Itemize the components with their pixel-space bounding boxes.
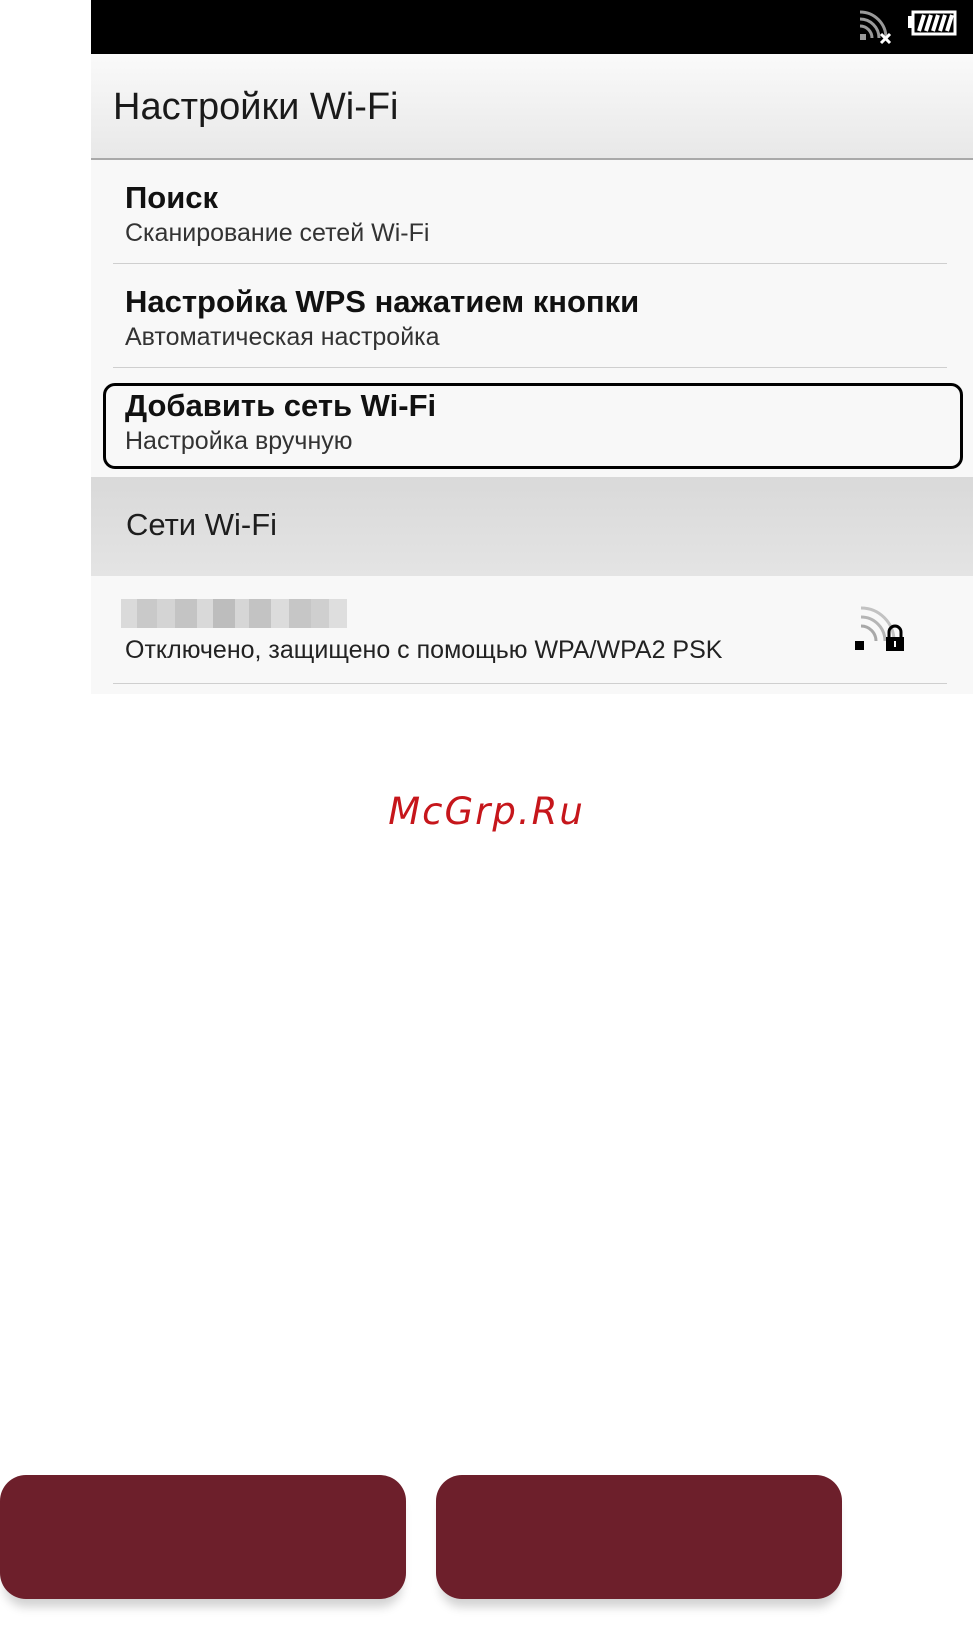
menu-item-subtitle: Сканирование сетей Wi-Fi (125, 219, 430, 247)
menu-item-subtitle: Автоматическая настройка (125, 323, 440, 351)
divider (113, 683, 947, 684)
menu-item-wps[interactable]: Настройка WPS нажатием кнопки Автоматиче… (91, 264, 973, 368)
battery-icon (908, 10, 957, 36)
title-bar: Настройки Wi-Fi (91, 54, 973, 160)
watermark: McGrp.Ru (388, 790, 585, 833)
status-bar (91, 0, 973, 54)
page: Настройки Wi-Fi Поиск Сканирование сетей… (0, 0, 973, 1638)
menu-item-search[interactable]: Поиск Сканирование сетей Wi-Fi (91, 160, 973, 264)
section-header-networks: Сети Wi-Fi (91, 477, 973, 576)
bottom-left-button[interactable] (0, 1475, 406, 1599)
wifi-locked-icon (855, 606, 904, 651)
page-title: Настройки Wi-Fi (113, 86, 399, 128)
network-list-item[interactable]: Отключено, защищено с помощью WPA/WPA2 P… (91, 576, 973, 684)
menu-item-title: Поиск (125, 180, 219, 215)
device-screen: Настройки Wi-Fi Поиск Сканирование сетей… (91, 0, 973, 694)
network-status: Отключено, защищено с помощью WPA/WPA2 P… (125, 636, 723, 664)
menu-item-title: Настройка WPS нажатием кнопки (125, 284, 640, 319)
section-header-label: Сети Wi-Fi (126, 507, 278, 542)
bottom-right-button[interactable] (436, 1475, 842, 1599)
wifi-disconnected-icon (859, 10, 892, 45)
highlight-frame (103, 383, 963, 469)
ssid-obscured (121, 599, 347, 628)
